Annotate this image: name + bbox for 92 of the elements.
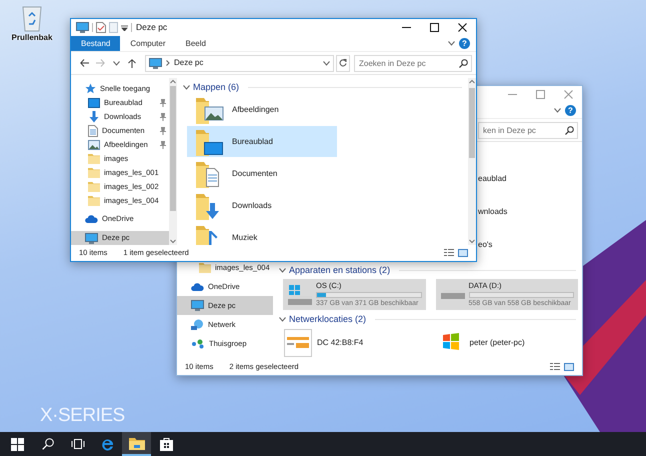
section-title: Netwerklocaties (2) — [289, 312, 366, 326]
close-icon — [458, 23, 466, 32]
folder-item[interactable]: Muziek — [187, 222, 337, 245]
folder-name[interactable]: wnloads — [478, 206, 508, 218]
scrollbar[interactable] — [169, 78, 177, 245]
star-icon — [85, 83, 96, 94]
address-text: Deze pc — [174, 57, 204, 69]
search-icon — [42, 438, 54, 450]
folder-name[interactable]: eo's — [478, 238, 492, 250]
network-location[interactable]: peter (peter-pc) — [436, 328, 578, 358]
search-field[interactable]: Zoeken in Deze pc — [354, 54, 472, 72]
dropdown-caret-icon[interactable] — [323, 60, 330, 66]
folder-icon — [88, 152, 100, 164]
computer-icon — [149, 58, 162, 68]
search-field[interactable]: ken in Deze pc — [478, 122, 578, 138]
folder-item[interactable]: Bureaublad — [187, 126, 337, 157]
chevron-icon — [166, 60, 170, 66]
close-icon — [564, 90, 572, 99]
download-icon — [88, 110, 100, 123]
search-icon[interactable] — [565, 126, 574, 134]
large-icons-view-icon[interactable] — [564, 363, 574, 371]
back-icon — [80, 59, 88, 67]
desktop-icon-label[interactable]: Prullenbak — [10, 32, 54, 44]
file-tab[interactable]: Bestand — [71, 36, 120, 51]
window-title: Deze pc — [136, 21, 168, 34]
scroll-down-icon[interactable] — [170, 237, 176, 245]
pin-icon — [160, 140, 166, 149]
search-icon[interactable] — [459, 58, 468, 68]
ribbon-tab[interactable]: Computer — [120, 36, 176, 51]
folder-icon — [128, 436, 144, 450]
folder-button[interactable] — [122, 432, 151, 456]
collapse-caret-icon[interactable] — [279, 317, 286, 322]
scrollbar-thumb[interactable] — [170, 86, 176, 211]
folder-icon — [88, 180, 100, 192]
folder-icon — [88, 194, 100, 206]
section-title: Mappen (6) — [193, 80, 240, 94]
address-bar[interactable]: Deze pc — [145, 54, 334, 72]
homegroup-icon — [191, 338, 205, 348]
help-button[interactable]: ? — [565, 105, 576, 116]
browser-icon — [101, 438, 114, 450]
cloud-icon — [191, 282, 204, 290]
store-icon — [160, 437, 173, 451]
minimize-icon — [402, 27, 410, 28]
scrollbar-thumb[interactable] — [469, 88, 475, 158]
refresh-button[interactable] — [336, 54, 350, 72]
document-icon — [88, 124, 98, 137]
pin-icon — [160, 112, 166, 121]
pin-icon — [160, 126, 166, 135]
forward-icon — [96, 59, 104, 67]
up-icon — [128, 58, 136, 68]
wallpaper-text: X·SERIES — [40, 404, 125, 428]
expand-ribbon-icon[interactable] — [448, 41, 455, 46]
ribbon-tab[interactable]: Beeld — [175, 36, 216, 51]
folder-name[interactable]: eaublad — [478, 172, 506, 184]
folder-icon — [88, 166, 100, 178]
system-drive-icon — [287, 284, 313, 306]
details-view-icon[interactable] — [550, 363, 560, 371]
computer-icon — [191, 300, 204, 311]
maximize-icon — [536, 90, 544, 99]
folder-item[interactable]: Downloads — [187, 190, 337, 221]
desktop-icon — [88, 98, 100, 108]
minimize-icon — [508, 94, 516, 95]
folder-item[interactable]: Documenten — [187, 158, 337, 189]
picture-icon — [88, 140, 100, 150]
maximize-icon — [430, 23, 438, 32]
task-view-icon — [70, 439, 84, 449]
start-icon — [11, 438, 24, 450]
network-icon — [191, 318, 204, 330]
folder-icon — [199, 262, 211, 273]
large-icons-view-icon[interactable] — [458, 249, 468, 257]
scrollbar[interactable] — [468, 78, 476, 245]
scroll-up-icon[interactable] — [170, 78, 176, 86]
refresh-icon — [339, 59, 347, 67]
help-button[interactable]: ? — [459, 38, 470, 49]
scroll-down-icon[interactable] — [469, 237, 475, 245]
expand-ribbon-icon[interactable] — [554, 108, 561, 113]
computer-icon — [76, 22, 89, 33]
network-location[interactable]: DC 42:B8:F4 — [283, 328, 426, 358]
properties-icon[interactable] — [96, 22, 106, 33]
details-view-icon[interactable] — [444, 249, 454, 257]
customize-caret-icon[interactable] — [121, 24, 128, 30]
collapse-caret-icon[interactable] — [279, 268, 286, 273]
recycle-bin-icon[interactable] — [21, 4, 43, 32]
recent-caret-icon — [112, 60, 120, 66]
cloud-icon — [85, 215, 98, 224]
scroll-up-icon[interactable] — [469, 78, 475, 86]
section-title: Apparaten en stations (2) — [289, 264, 390, 277]
collapse-caret-icon[interactable] — [183, 85, 190, 90]
device-thumbnail-icon — [284, 329, 312, 357]
pin-icon — [160, 98, 166, 107]
computer-icon — [85, 232, 98, 244]
folder-item[interactable]: Afbeeldingen — [187, 94, 337, 125]
